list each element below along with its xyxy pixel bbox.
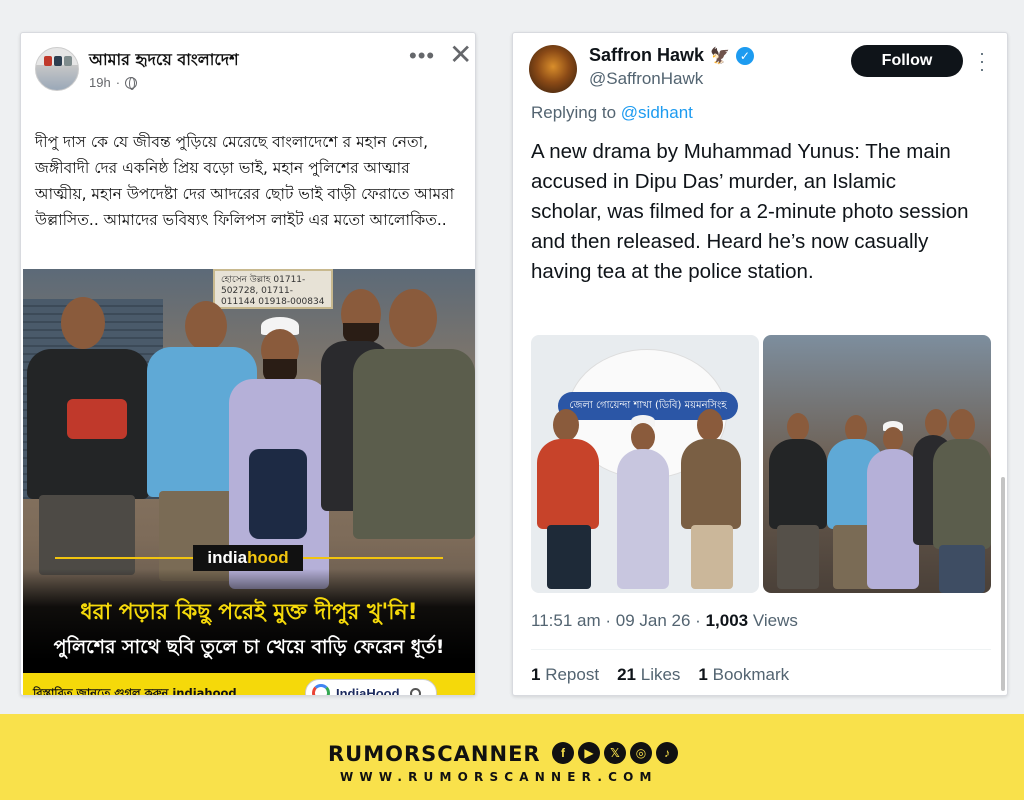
post-header: আমার হৃদয়ে বাংলাদেশ 19h · ••• ✕ [21,33,475,99]
follow-button[interactable]: Follow [851,45,963,77]
facebook-icon[interactable]: f [552,742,574,764]
tweet-time[interactable]: 11:51 am [531,611,601,630]
tweet-photo-2[interactable] [763,335,991,593]
replying-to-mention[interactable]: @sidhant [621,103,693,122]
more-options-vertical-icon[interactable]: · · · [979,44,985,78]
likes-label: Likes [640,665,681,684]
display-name[interactable]: Saffron Hawk [589,45,704,66]
meta-dot-2: · [695,611,706,630]
tweet-photo-1[interactable]: জেলা গোয়েন্দা শাখা (ডিবি) ময়মনসিংহ [531,335,759,593]
eagle-icon: 🦅 [710,47,730,65]
display-name-row: Saffron Hawk 🦅 ✓ [589,45,754,66]
user-avatar[interactable] [529,45,577,93]
footer-note: বিস্তারিত জানতে গুগল করুন indiahood [33,686,237,696]
brand-suffix: hood [247,548,289,567]
scrollbar[interactable] [1001,477,1005,691]
post-image[interactable]: হোসেন উল্লাহ 01711-502728, 01711-011144 … [23,269,475,696]
page-avatar[interactable] [35,47,79,91]
search-pill-label: IndiaHood [336,685,400,696]
rumorscanner-logo: RUMORSCANNER [328,742,541,766]
views-count: 1,003 [705,611,749,630]
rumorscanner-banner: RUMORSCANNER f ▶ 𝕏 ◎ ♪ WWW.RUMORSCANNER.… [0,714,1024,800]
more-options-icon[interactable]: ••• [409,43,435,69]
close-icon[interactable]: ✕ [449,41,472,69]
bookmarks-label: Bookmark [712,665,790,684]
tweet-card: Saffron Hawk 🦅 ✓ @SaffronHawk Follow · · ·… [512,32,1008,696]
image-headline: ধরা পড়ার কিছু পরেই মুক্ত দীপুর খু'নি! [80,600,418,625]
brand-tag: indiahood [193,545,303,571]
tiktok-icon[interactable]: ♪ [656,742,678,764]
bookmarks-count: 1 [698,665,708,684]
likes-stat[interactable]: 21 Likes [617,665,680,685]
x-icon[interactable]: 𝕏 [604,742,626,764]
tweet-stats: 1 Repost 21 Likes 1 Bookmark [531,665,789,685]
page-name[interactable]: আমার হৃদয়ে বাংলাদেশ [89,47,239,74]
website-url[interactable]: WWW.RUMORSCANNER.COM [340,770,658,784]
google-logo-icon [312,684,330,695]
reposts-count: 1 [531,665,541,684]
instagram-icon[interactable]: ◎ [630,742,652,764]
verified-badge-icon: ✓ [735,46,754,65]
image-footer-strip: বিস্তারিত জানতে গুগল করুন indiahood Indi… [23,673,475,696]
post-text: দীপু দাস কে যে জীবন্ত পুড়িয়ে মেরেছে বা… [35,133,455,229]
meta-dot-1: · [605,611,616,630]
shop-sign: হোসেন উল্লাহ 01711-502728, 01711-011144 … [213,269,333,309]
social-icons: f ▶ 𝕏 ◎ ♪ [552,742,678,764]
facebook-post-card: আমার হৃদয়ে বাংলাদেশ 19h · ••• ✕ দীপু দা… [20,32,476,696]
tweet-meta: 11:51 am · 09 Jan 26 · 1,003 Views [531,611,798,631]
user-handle[interactable]: @SaffronHawk [589,69,703,89]
post-meta: 19h · [89,75,138,90]
search-icon [409,687,421,695]
meta-separator: · [115,75,121,90]
likes-count: 21 [617,665,636,684]
youtube-icon[interactable]: ▶ [578,742,600,764]
replying-to-line: Replying to @sidhant [531,103,693,123]
views-label: Views [752,611,798,630]
tweet-divider [531,649,991,650]
globe-icon [125,76,138,90]
google-search-pill: IndiaHood [305,679,437,696]
reposts-label: Repost [545,665,600,684]
reposts-stat[interactable]: 1 Repost [531,665,599,685]
image-subheadline: পুলিশের সাথে ছবি তুলে চা খেয়ে বাড়ি ফের… [53,636,445,658]
tweet-text: A new drama by Muhammad Yunus: The main … [531,140,969,283]
bookmarks-stat[interactable]: 1 Bookmark [698,665,789,685]
tweet-date[interactable]: 09 Jan 26 [616,611,691,630]
replying-prefix: Replying to [531,103,617,122]
brand-prefix: india [207,548,248,567]
post-time[interactable]: 19h [89,75,111,90]
